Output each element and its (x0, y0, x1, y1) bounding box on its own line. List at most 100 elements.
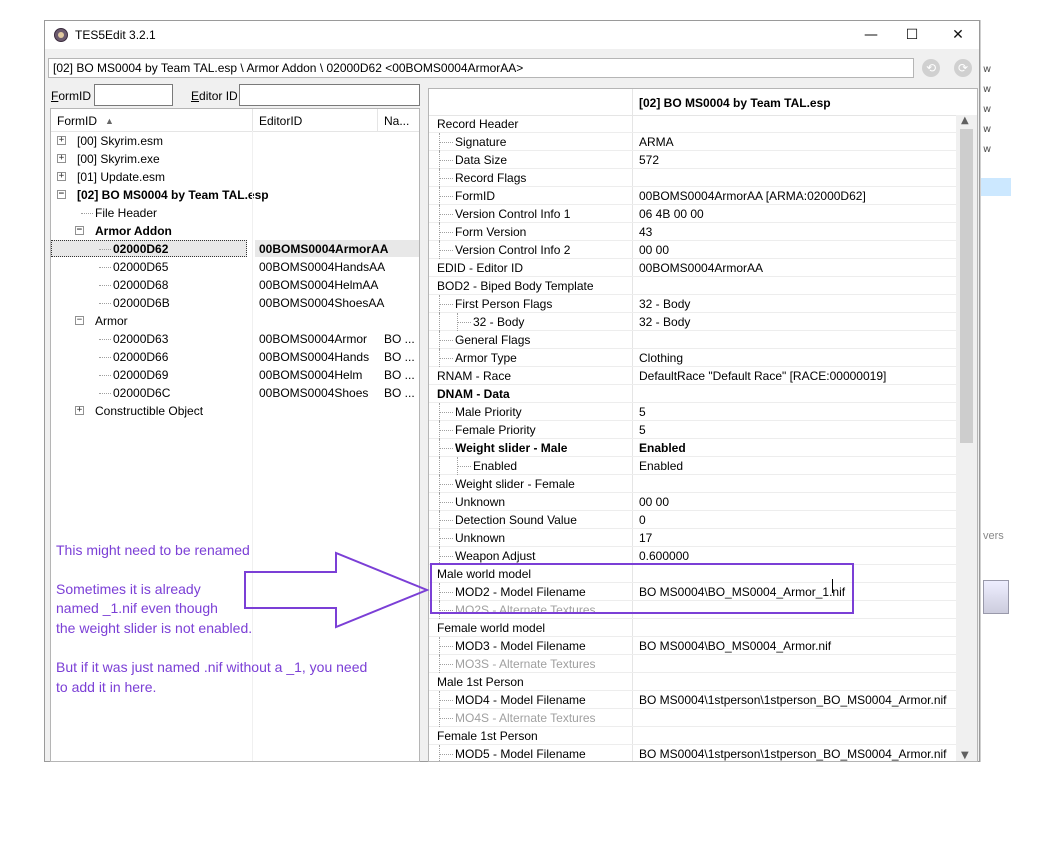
record-row[interactable]: MOD5 - Model Filename BO MS0004\1stperson… (429, 745, 956, 761)
record-row[interactable]: RNAM - Race DefaultRace "Default Race" [R… (429, 367, 956, 385)
record-field-value: BO MS0004\1stperson\1stperson_BO_MS0004_… (639, 747, 947, 761)
expand-plus-icon[interactable]: + (57, 136, 66, 145)
record-field-value: 0 (639, 513, 646, 527)
tree-node-label: [02] BO MS0004 by Team TAL.esp (77, 188, 269, 202)
tree-node-armor[interactable]: − Armor (51, 312, 419, 330)
tree-node-constructible-object[interactable]: + Constructible Object (51, 402, 419, 420)
record-field-value: BO MS0004\BO_MS0004_Armor.nif (639, 639, 832, 653)
record-field-value: 17 (639, 531, 653, 545)
record-row[interactable]: Female 1st Person (429, 727, 956, 745)
tree-node-skyrim-esm[interactable]: + [00] Skyrim.esm (51, 132, 419, 150)
record-row[interactable]: Signature ARMA (429, 133, 956, 151)
tree-node-update-esm[interactable]: + [01] Update.esm (51, 168, 419, 186)
record-field-label: Form Version (455, 225, 527, 239)
formid-filter-input[interactable] (94, 84, 173, 106)
expand-plus-icon[interactable]: + (75, 406, 84, 415)
record-row[interactable]: Female Priority 5 (429, 421, 956, 439)
close-button[interactable]: ✕ (938, 25, 978, 45)
record-field-label: DNAM - Data (437, 387, 510, 401)
tree-row[interactable]: 02000D69 00BOMS0004Helm BO ... (51, 366, 419, 384)
expand-plus-icon[interactable]: + (57, 154, 66, 163)
expand-plus-icon[interactable]: + (57, 172, 66, 181)
forward-nav-button[interactable]: ⟳ (954, 59, 972, 77)
record-field-value: Enabled (639, 459, 684, 473)
tree-node-formid: 02000D69 (113, 368, 169, 382)
record-field-value: BO MS0004\1stperson\1stperson_BO_MS0004_… (639, 693, 947, 707)
tree-row-selected[interactable]: 02000D62 00BOMS0004ArmorAA (51, 240, 419, 258)
tree-row[interactable]: 02000D63 00BOMS0004Armor BO ... (51, 330, 419, 348)
record-row[interactable]: Male 1st Person (429, 673, 956, 691)
record-row[interactable]: MO3S - Alternate Textures (429, 655, 956, 673)
record-field-label: Enabled (473, 459, 518, 473)
minimize-button[interactable]: — (851, 25, 891, 45)
tree-node-formid: 02000D66 (113, 350, 169, 364)
tree-node-editorid: 00BOMS0004Shoes (259, 386, 369, 400)
record-field-label: Detection Sound Value (455, 513, 577, 527)
tree-node-label: File Header (95, 206, 158, 220)
tree-node-label: Armor (95, 314, 128, 328)
record-row[interactable]: Weight slider - Female (429, 475, 956, 493)
background-char: w (983, 144, 992, 155)
record-field-value: 00 00 (639, 243, 670, 257)
tree-node-editorid: 00BOMS0004HelmAA (259, 278, 379, 292)
record-row[interactable]: EDID - Editor ID 00BOMS0004ArmorAA (429, 259, 956, 277)
record-row[interactable]: Enabled Enabled (429, 457, 956, 475)
record-row[interactable]: Armor Type Clothing (429, 349, 956, 367)
maximize-button[interactable]: ☐ (892, 25, 932, 45)
scroll-down-icon[interactable]: ▼ (961, 750, 969, 761)
tree-row[interactable]: 02000D65 00BOMS0004HandsAA (51, 258, 419, 276)
record-row[interactable]: 32 - Body 32 - Body (429, 313, 956, 331)
record-row[interactable]: First Person Flags 32 - Body (429, 295, 956, 313)
tree-row[interactable]: 02000D6B 00BOMS0004ShoesAA (51, 294, 419, 312)
record-row[interactable]: MO4S - Alternate Textures (429, 709, 956, 727)
record-row[interactable]: DNAM - Data (429, 385, 956, 403)
tree-node-plugin[interactable]: − [02] BO MS0004 by Team TAL.esp (51, 186, 419, 204)
record-row[interactable]: General Flags (429, 331, 956, 349)
record-field-label: Data Size (455, 153, 508, 167)
tree-row[interactable]: 02000D68 00BOMS0004HelmAA (51, 276, 419, 294)
collapse-minus-icon[interactable]: − (75, 316, 84, 325)
tree-row[interactable]: 02000D66 00BOMS0004Hands BO ... (51, 348, 419, 366)
record-row[interactable]: Record Header (429, 115, 956, 133)
record-row[interactable]: FormID 00BOMS0004ArmorAA [ARMA:02000D62] (429, 187, 956, 205)
tree-node-name: BO ... (384, 368, 415, 382)
record-view: [02] BO MS0004 by Team TAL.esp Record He… (428, 88, 978, 762)
record-field-label: Armor Type (455, 351, 517, 365)
tree-node-file-header[interactable]: File Header (51, 204, 419, 222)
record-row[interactable]: Male Priority 5 (429, 403, 956, 421)
record-row[interactable]: Version Control Info 2 00 00 (429, 241, 956, 259)
record-path-field[interactable]: [02] BO MS0004 by Team TAL.esp \ Armor A… (48, 58, 914, 78)
record-row[interactable]: MOD4 - Model Filename BO MS0004\1stperson… (429, 691, 956, 709)
record-row[interactable]: Version Control Info 1 06 4B 00 00 (429, 205, 956, 223)
record-row[interactable]: Record Flags (429, 169, 956, 187)
record-field-label: Record Header (437, 117, 519, 131)
editorid-filter-input[interactable] (239, 84, 420, 106)
record-field-value: 06 4B 00 00 (639, 207, 704, 221)
record-row[interactable]: Data Size 572 (429, 151, 956, 169)
tree-node-skyrim-exe[interactable]: + [00] Skyrim.exe (51, 150, 419, 168)
record-row[interactable]: Detection Sound Value 0 (429, 511, 956, 529)
record-row[interactable]: Form Version 43 (429, 223, 956, 241)
tree-node-armor-addon[interactable]: − Armor Addon (51, 222, 419, 240)
record-row[interactable]: BOD2 - Biped Body Template (429, 277, 956, 295)
record-row[interactable]: Unknown 00 00 (429, 493, 956, 511)
scroll-up-icon[interactable]: ▲ (961, 115, 969, 126)
tree-node-formid: 02000D65 (113, 260, 169, 274)
record-row[interactable]: Weight slider - Male Enabled (429, 439, 956, 457)
collapse-minus-icon[interactable]: − (57, 190, 66, 199)
scrollbar-thumb[interactable] (960, 129, 973, 443)
record-field-label: BOD2 - Biped Body Template (437, 279, 594, 293)
vertical-scrollbar[interactable]: ▲ ▼ (956, 115, 977, 761)
formid-column-header[interactable]: FormID (57, 114, 97, 128)
name-column-header[interactable]: Na... (384, 114, 409, 128)
record-row[interactable]: Unknown 17 (429, 529, 956, 547)
background-label: vers (983, 530, 1004, 542)
editorid-column-header[interactable]: EditorID (259, 114, 302, 128)
tree-row[interactable]: 02000D6C 00BOMS0004Shoes BO ... (51, 384, 419, 402)
collapse-minus-icon[interactable]: − (75, 226, 84, 235)
record-field-value: 572 (639, 153, 660, 167)
back-nav-button[interactable]: ⟲ (922, 59, 940, 77)
record-row[interactable]: MOD3 - Model Filename BO MS0004\BO_MS0004… (429, 637, 956, 655)
tree-node-editorid: 00BOMS0004ShoesAA (259, 296, 385, 310)
record-row[interactable]: Female world model (429, 619, 956, 637)
